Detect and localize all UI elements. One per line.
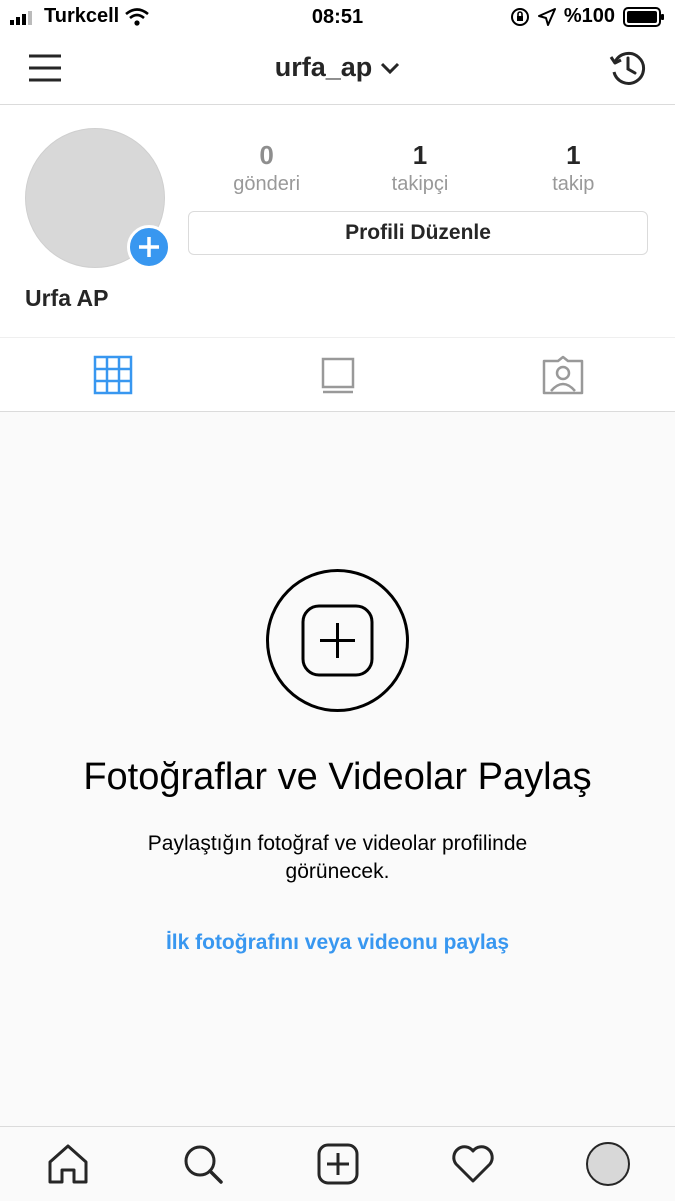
add-content-button[interactable] — [265, 568, 410, 713]
bottom-tab-bar — [0, 1126, 675, 1201]
followers-stat[interactable]: 1 takipçi — [343, 141, 496, 196]
profile-tabs — [0, 337, 675, 412]
following-label: takip — [552, 173, 595, 195]
edit-profile-button[interactable]: Profili Düzenle — [188, 211, 648, 255]
profile-stats: 0 gönderi 1 takipçi 1 takip — [190, 141, 650, 196]
tabbar-profile[interactable] — [578, 1134, 638, 1194]
status-right: %100 — [510, 5, 665, 28]
followers-count: 1 — [412, 140, 428, 170]
posts-label: gönderi — [233, 173, 301, 195]
share-first-post-link[interactable]: İlk fotoğrafını veya videonu paylaş — [0, 931, 675, 955]
location-icon — [537, 7, 556, 26]
tab-feed[interactable] — [225, 338, 450, 411]
plus-icon — [130, 228, 168, 266]
grid-icon — [93, 355, 133, 395]
status-bar: Turkcell 08:51 %100 — [0, 0, 675, 34]
tabbar-activity[interactable] — [443, 1134, 503, 1194]
top-nav: urfa_ap — [0, 34, 675, 105]
following-stat[interactable]: 1 takip — [497, 141, 650, 196]
tabbar-new-post[interactable] — [308, 1134, 368, 1194]
orientation-lock-icon — [510, 7, 530, 27]
tagged-icon — [542, 355, 584, 395]
tab-tagged[interactable] — [450, 338, 675, 411]
profile-header: 0 gönderi 1 takipçi 1 takip Profili Düze… — [0, 105, 675, 337]
history-icon — [608, 48, 648, 88]
battery-text: %100 — [563, 5, 615, 27]
empty-state-description: Paylaştığın fotoğraf ve videolar profili… — [147, 832, 528, 883]
posts-stat: 0 gönderi — [190, 141, 343, 196]
posts-count: 0 — [259, 140, 274, 170]
following-count: 1 — [566, 140, 581, 170]
followers-label: takipçi — [391, 173, 449, 195]
search-icon — [181, 1142, 225, 1186]
tabbar-search[interactable] — [173, 1134, 233, 1194]
tab-grid[interactable] — [0, 338, 225, 411]
archive-button[interactable] — [608, 48, 648, 88]
home-icon — [46, 1142, 90, 1186]
feed-icon — [318, 355, 358, 395]
tabbar-home[interactable] — [38, 1134, 98, 1194]
new-post-icon — [317, 1143, 359, 1185]
battery-icon — [623, 6, 665, 27]
display-name: Urfa AP — [25, 285, 109, 311]
empty-state-title: Fotoğraflar ve Videolar Paylaş — [83, 756, 592, 798]
chevron-down-icon — [380, 61, 400, 75]
add-story-button[interactable] — [127, 225, 171, 269]
profile-avatar — [585, 1142, 630, 1186]
activity-heart-icon — [451, 1144, 495, 1184]
account-switcher[interactable]: urfa_ap — [0, 52, 675, 83]
username-title: urfa_ap — [274, 52, 373, 82]
